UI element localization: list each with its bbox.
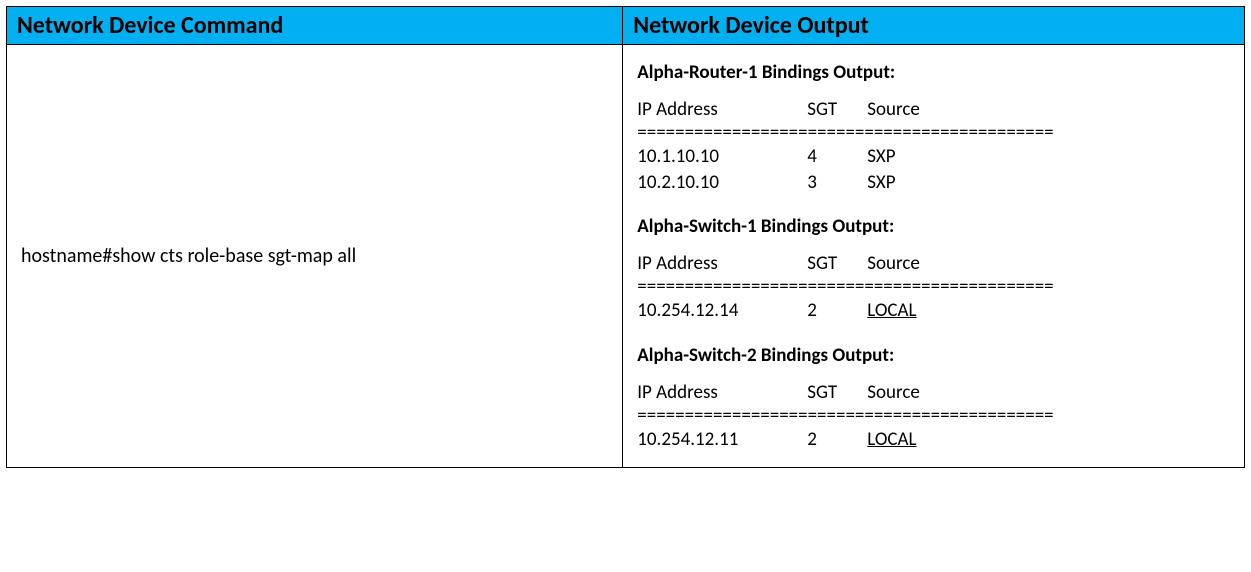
row-source: SXP (867, 170, 895, 196)
separator-line: ========================================… (637, 275, 1230, 298)
network-device-table: Network Device Command Network Device Ou… (6, 6, 1245, 468)
row-sgt: 2 (807, 298, 867, 324)
row-sgt: 2 (807, 427, 867, 453)
table-header-row: Network Device Command Network Device Ou… (7, 7, 1245, 45)
output-row: 10.2.10.103SXP (637, 170, 1230, 196)
header-command: Network Device Command (7, 7, 623, 45)
output-column-header: IP AddressSGTSource (637, 98, 1230, 121)
header-output: Network Device Output (623, 7, 1245, 45)
col-sgt: SGT (807, 252, 867, 275)
col-ip: IP Address (637, 252, 807, 275)
output-section-title: Alpha-Switch-2 Bindings Output: (637, 344, 1230, 367)
section-spacer (637, 324, 1230, 334)
section-spacer (637, 195, 1230, 205)
row-source: SXP (867, 144, 895, 170)
output-column-header: IP AddressSGTSource (637, 381, 1230, 404)
row-source: LOCAL (867, 298, 916, 324)
row-ip: 10.2.10.10 (637, 170, 807, 196)
row-sgt: 4 (807, 144, 867, 170)
command-cell: hostname#show cts role-base sgt-map all (7, 45, 623, 468)
row-ip: 10.254.12.11 (637, 427, 807, 453)
separator-line: ========================================… (637, 404, 1230, 427)
col-sgt: SGT (807, 98, 867, 121)
col-source: Source (867, 381, 920, 404)
command-text: hostname#show cts role-base sgt-map all (21, 244, 356, 268)
output-section-title: Alpha-Switch-1 Bindings Output: (637, 215, 1230, 238)
output-column-header: IP AddressSGTSource (637, 252, 1230, 275)
output-cell: Alpha-Router-1 Bindings Output: IP Addres… (623, 45, 1245, 468)
output-row: 10.254.12.142LOCAL (637, 298, 1230, 324)
col-ip: IP Address (637, 98, 807, 121)
row-ip: 10.254.12.14 (637, 298, 807, 324)
row-ip: 10.1.10.10 (637, 144, 807, 170)
col-sgt: SGT (807, 381, 867, 404)
col-source: Source (867, 252, 920, 275)
row-sgt: 3 (807, 170, 867, 196)
output-row: 10.254.12.112LOCAL (637, 427, 1230, 453)
row-source: LOCAL (867, 427, 916, 453)
table-body-row: hostname#show cts role-base sgt-map all … (7, 45, 1245, 468)
output-container: Alpha-Router-1 Bindings Output: IP Addres… (637, 61, 1230, 453)
output-section-title: Alpha-Router-1 Bindings Output: (637, 61, 1230, 84)
output-row: 10.1.10.104SXP (637, 144, 1230, 170)
separator-line: ========================================… (637, 121, 1230, 144)
col-source: Source (867, 98, 920, 121)
col-ip: IP Address (637, 381, 807, 404)
